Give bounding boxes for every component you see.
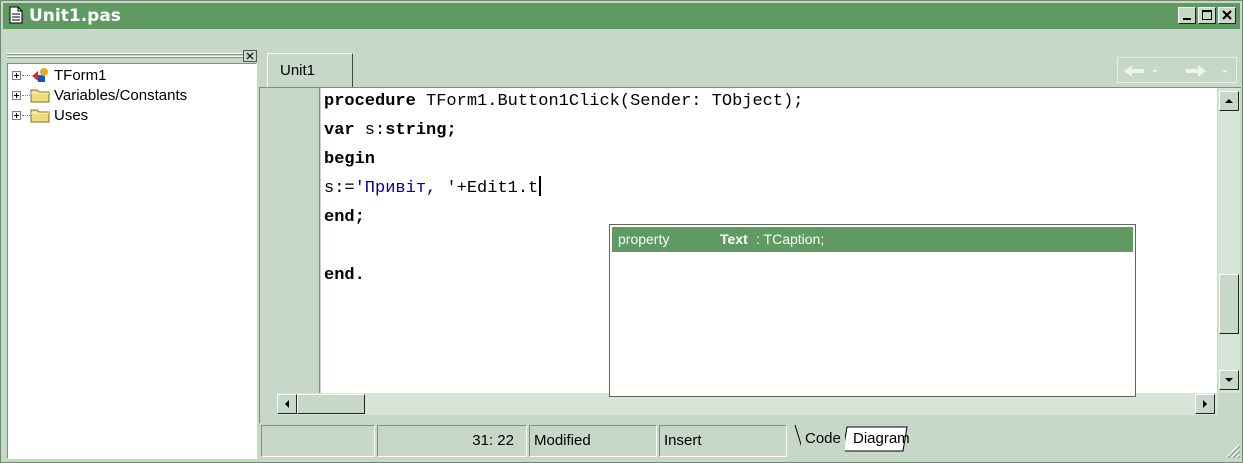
view-tabs: Code Diagram: [793, 425, 973, 457]
back-arrow-icon[interactable]: [1124, 65, 1144, 77]
pane-close-button[interactable]: [243, 49, 257, 62]
close-icon: [243, 50, 257, 62]
code-explorer-tree[interactable]: TForm1 Variables/Constants Uses: [7, 63, 257, 459]
code-completion-popup[interactable]: property Text : TCaption;: [609, 224, 1136, 397]
tab-diagram-view[interactable]: Diagram: [849, 427, 914, 451]
insert-mode-indicator: Insert: [659, 425, 787, 457]
tab-code-view[interactable]: Code: [801, 425, 845, 453]
expand-icon[interactable]: [12, 111, 21, 120]
arrow-right-icon: [1203, 400, 1207, 408]
resize-grip-icon[interactable]: [1221, 439, 1241, 459]
scroll-up-button[interactable]: [1219, 91, 1239, 111]
arrow-down-icon: [1225, 378, 1233, 382]
tab-strip: Unit1: [259, 53, 1241, 87]
arrow-up-icon: [1225, 99, 1233, 103]
vertical-scroll-thumb[interactable]: [1219, 274, 1239, 334]
expand-icon[interactable]: [12, 71, 21, 80]
status-bar: 31: 22 Modified Insert Code Diagram: [259, 423, 1241, 459]
completion-item-selected[interactable]: property Text : TCaption;: [612, 227, 1133, 252]
tab-unit1[interactable]: Unit1: [267, 53, 353, 87]
scroll-left-button[interactable]: [277, 394, 297, 414]
code-line: s:='Привіт, '+Edit1.t: [324, 175, 542, 203]
arrow-left-icon: [285, 400, 289, 408]
vertical-scrollbar[interactable]: [1218, 88, 1240, 393]
expand-icon[interactable]: [12, 91, 21, 100]
back-dropdown-icon[interactable]: [1152, 70, 1158, 73]
window-title: Unit1.pas: [29, 6, 121, 26]
horizontal-scroll-thumb[interactable]: [297, 394, 365, 414]
forward-dropdown-icon[interactable]: [1222, 70, 1228, 73]
cursor-position: 31: 22: [377, 425, 527, 457]
code-line: procedure TForm1.Button1Click(Sender: TO…: [324, 92, 804, 111]
code-line: end;: [324, 208, 365, 227]
folder-icon: [30, 107, 50, 124]
editor-window: Unit1.pas TForm1 Variables/Constants Use…: [0, 0, 1243, 463]
status-panel-empty: [261, 425, 375, 457]
close-button[interactable]: [1218, 7, 1236, 24]
code-line: begin: [324, 150, 376, 169]
code-explorer-pane: TForm1 Variables/Constants Uses: [3, 31, 257, 461]
maximize-button[interactable]: [1198, 7, 1216, 24]
scroll-down-button[interactable]: [1219, 370, 1239, 390]
editor-gutter[interactable]: [260, 88, 320, 393]
folder-icon: [30, 87, 50, 104]
form-component-icon: [30, 67, 50, 84]
scroll-right-button[interactable]: [1195, 394, 1215, 414]
pane-grip[interactable]: [7, 53, 247, 58]
code-line: end.: [324, 266, 365, 285]
forward-arrow-icon[interactable]: [1186, 65, 1206, 77]
modified-indicator: Modified: [529, 425, 657, 457]
title-bar[interactable]: Unit1.pas: [3, 3, 1240, 29]
code-line: var s:string;: [324, 121, 457, 140]
close-icon: [1222, 10, 1232, 20]
document-icon: [9, 6, 23, 24]
navigation-arrows: [1117, 57, 1237, 83]
minimize-icon: [1183, 18, 1191, 20]
maximize-icon: [1202, 10, 1212, 20]
minimize-button[interactable]: [1178, 7, 1196, 24]
text-caret: [539, 176, 542, 196]
